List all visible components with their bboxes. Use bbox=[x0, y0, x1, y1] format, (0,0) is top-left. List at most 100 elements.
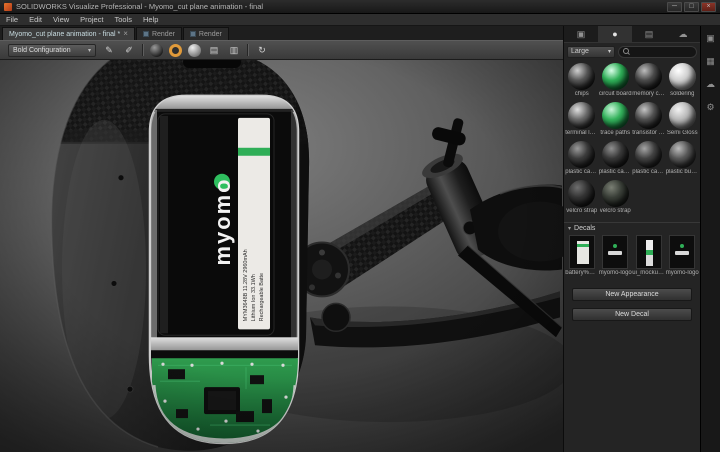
material-swatch[interactable]: chips bbox=[565, 63, 598, 97]
menu-item-project[interactable]: Project bbox=[80, 15, 103, 24]
material-sphere bbox=[635, 102, 662, 129]
thumbnail-size-dropdown[interactable]: Large ▾ bbox=[567, 46, 615, 58]
models-tab[interactable]: ▣ bbox=[564, 26, 598, 42]
palette-panel: ▣●▤☁ Large ▾ chipscircuit boardmemory ca… bbox=[563, 26, 700, 452]
document-tab[interactable]: Render bbox=[183, 27, 229, 40]
material-name: Semi Gloss bbox=[667, 130, 698, 136]
material-name: soldering bbox=[670, 91, 694, 97]
material-swatch[interactable]: memory car... bbox=[632, 63, 665, 97]
material-sphere bbox=[669, 63, 696, 90]
decals-section-header[interactable]: ▾ Decals bbox=[564, 222, 700, 234]
tab-close-icon[interactable]: × bbox=[123, 30, 128, 38]
decal-swatch[interactable]: ui_mockup_2... bbox=[632, 235, 665, 276]
menu-bar: File Edit View Project Tools Help bbox=[0, 14, 720, 26]
split-view-icon[interactable]: ▥ bbox=[227, 43, 241, 57]
scenes-tab[interactable]: ▤ bbox=[632, 26, 666, 42]
material-swatch[interactable]: plastic carbon bbox=[599, 141, 632, 175]
chevron-down-icon: ▾ bbox=[608, 48, 611, 55]
fast-render-mode-icon[interactable] bbox=[188, 44, 201, 57]
material-sphere bbox=[568, 180, 595, 207]
cloud-icon[interactable]: ☁ bbox=[704, 77, 718, 91]
material-name: transistor base bbox=[632, 130, 665, 136]
decal-swatch[interactable]: battery%20t... bbox=[565, 235, 598, 276]
chevron-down-icon: ▾ bbox=[88, 47, 91, 54]
palette-controls: Large ▾ bbox=[564, 43, 700, 60]
material-swatch[interactable]: terminal leads bbox=[565, 102, 598, 136]
chevron-down-icon: ▾ bbox=[568, 225, 571, 232]
material-swatch[interactable]: plastic carbon bbox=[565, 141, 598, 175]
decal-name: ui_mockup_2... bbox=[632, 270, 665, 276]
appearance-grid: chipscircuit boardmemory car... soldering… bbox=[564, 60, 700, 214]
settings-gear-icon[interactable]: ⚙ bbox=[704, 100, 718, 114]
edit-pencil-icon[interactable]: ✎ bbox=[102, 43, 116, 57]
sync-turntable-icon[interactable]: ↻ bbox=[255, 43, 269, 57]
tab-label: Render bbox=[152, 31, 175, 38]
new-decal-button[interactable]: New Decal bbox=[572, 308, 692, 321]
decal-swatch[interactable]: myomo-logo bbox=[599, 235, 632, 276]
material-name: velcro strap bbox=[600, 208, 631, 214]
material-sphere bbox=[568, 63, 595, 90]
decal-name: battery%20t... bbox=[565, 270, 598, 276]
minimize-button[interactable]: ─ bbox=[667, 2, 682, 12]
material-name: terminal leads bbox=[565, 130, 598, 136]
decal-thumbnail bbox=[636, 235, 662, 269]
material-swatch[interactable]: Semi Gloss bbox=[666, 102, 699, 136]
material-name: circuit board bbox=[599, 91, 632, 97]
maximize-button[interactable]: □ bbox=[684, 2, 699, 12]
tab-label: Myomo_cut plane animation - final * bbox=[9, 31, 120, 38]
material-sphere bbox=[602, 180, 629, 207]
document-tab-bar: Myomo_cut plane animation - final *× Rend… bbox=[0, 26, 563, 40]
material-name: plastic carbon bbox=[632, 169, 665, 175]
material-swatch[interactable]: plastic carbon bbox=[632, 141, 665, 175]
material-name: memory car... bbox=[632, 91, 665, 97]
material-swatch[interactable]: circuit board bbox=[599, 63, 632, 97]
material-name: plastic carbon bbox=[565, 169, 598, 175]
window-title: SOLIDWORKS Visualize Professional - Myom… bbox=[16, 2, 663, 11]
environments-tab[interactable]: ☁ bbox=[666, 26, 700, 42]
menu-item-file[interactable]: File bbox=[6, 15, 18, 24]
material-sphere bbox=[635, 141, 662, 168]
render-canvas[interactable]: myomo MYM3648B 11.28V 2960mAh Lithium Io… bbox=[0, 60, 563, 452]
title-bar: SOLIDWORKS Visualize Professional - Myom… bbox=[0, 0, 720, 14]
material-sphere bbox=[568, 102, 595, 129]
box-icon[interactable]: ▣ bbox=[704, 31, 718, 45]
document-tab[interactable]: Render bbox=[136, 27, 182, 40]
material-sphere bbox=[669, 102, 696, 129]
decal-swatch[interactable]: myomo-logo bbox=[666, 235, 699, 276]
material-swatch[interactable]: plastic bump bbox=[666, 141, 699, 175]
material-swatch[interactable]: velcro strap bbox=[599, 180, 632, 214]
configuration-dropdown[interactable]: Bold Configuration ▾ bbox=[8, 44, 96, 57]
toolbar-separator bbox=[247, 44, 249, 56]
tab-label: Render bbox=[199, 31, 222, 38]
material-swatch[interactable]: trace paths bbox=[599, 102, 632, 136]
palette-tab-bar: ▣●▤☁ bbox=[564, 26, 700, 43]
close-button[interactable]: × bbox=[701, 2, 716, 12]
toolbar-separator bbox=[142, 44, 144, 56]
menu-item-view[interactable]: View bbox=[53, 15, 69, 24]
search-icon bbox=[623, 48, 630, 55]
menu-item-help[interactable]: Help bbox=[143, 15, 158, 24]
menu-item-tools[interactable]: Tools bbox=[115, 15, 133, 24]
palette-search[interactable] bbox=[618, 46, 697, 58]
menu-item-edit[interactable]: Edit bbox=[29, 15, 42, 24]
material-sphere bbox=[602, 102, 629, 129]
material-swatch[interactable]: soldering bbox=[666, 63, 699, 97]
palette-buttons: New Appearance New Decal bbox=[564, 288, 700, 321]
configuration-label: Bold Configuration bbox=[13, 47, 71, 54]
material-swatch[interactable]: velcro strap bbox=[565, 180, 598, 214]
material-name: plastic bump bbox=[666, 169, 699, 175]
document-tab[interactable]: Myomo_cut plane animation - final *× bbox=[2, 27, 135, 40]
accurate-render-mode-icon[interactable] bbox=[169, 44, 182, 57]
search-input[interactable] bbox=[633, 48, 692, 55]
layers-icon[interactable]: ▤ bbox=[207, 43, 221, 57]
grid-icon[interactable]: ▦ bbox=[704, 54, 718, 68]
render-viewport[interactable]: myomo MYM3648B 11.28V 2960mAh Lithium Io… bbox=[0, 60, 563, 452]
preview-render-mode-icon[interactable] bbox=[150, 44, 163, 57]
decal-thumbnail bbox=[569, 235, 595, 269]
material-swatch[interactable]: transistor base bbox=[632, 102, 665, 136]
decal-name: myomo-logo bbox=[666, 270, 699, 276]
paint-appearance-icon[interactable]: ✐ bbox=[122, 43, 136, 57]
application-window: SOLIDWORKS Visualize Professional - Myom… bbox=[0, 0, 720, 452]
appearances-tab[interactable]: ● bbox=[598, 26, 632, 42]
new-appearance-button[interactable]: New Appearance bbox=[572, 288, 692, 301]
